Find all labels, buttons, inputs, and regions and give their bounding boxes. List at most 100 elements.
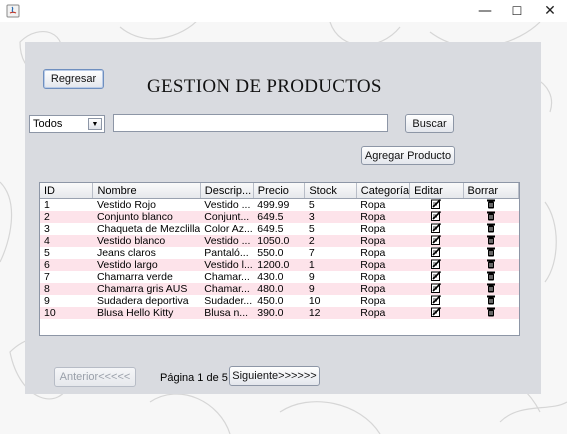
edit-icon[interactable]: [409, 259, 464, 271]
edit-icon[interactable]: [409, 271, 464, 283]
cell-nombre: Vestido largo: [92, 259, 201, 271]
edit-icon[interactable]: [409, 247, 464, 259]
cell-categoria: Ropa: [356, 271, 410, 283]
cell-stock: 3: [304, 211, 357, 223]
table-row[interactable]: 3 Chaqueta de Mezclilla Color Az... 649.5 5 R…: [40, 223, 519, 235]
back-button[interactable]: Regresar: [43, 69, 104, 89]
cell-stock: 9: [304, 271, 357, 283]
edit-icon[interactable]: [409, 283, 464, 295]
cell-categoria: Ropa: [356, 235, 410, 247]
cell-stock: 2: [304, 235, 357, 247]
trash-icon[interactable]: [463, 271, 519, 283]
edit-icon[interactable]: [409, 235, 464, 247]
cell-precio: 390.0: [253, 307, 305, 319]
products-table: ID Nombre Descrip... Precio Stock Catego…: [39, 182, 520, 336]
edit-icon[interactable]: [409, 307, 464, 319]
edit-icon[interactable]: [409, 295, 464, 307]
edit-icon[interactable]: [409, 211, 464, 223]
cell-descripcion: Vestido l...: [200, 259, 254, 271]
search-input[interactable]: [113, 114, 388, 132]
table-row[interactable]: 1 Vestido Rojo Vestido ... 499.99 5 Ropa: [40, 198, 519, 211]
column-descripcion[interactable]: Descrip...: [200, 183, 254, 199]
cell-precio: 430.0: [253, 271, 305, 283]
cell-stock: 10: [304, 295, 357, 307]
cell-id: 10: [40, 307, 93, 319]
cell-precio: 480.0: [253, 283, 305, 295]
maximize-button[interactable]: ☐: [500, 0, 534, 22]
table-row[interactable]: 7 Chamarra verde Chamar... 430.0 9 Ropa: [40, 271, 519, 283]
trash-icon[interactable]: [463, 247, 519, 259]
cell-precio: 1200.0: [253, 259, 305, 271]
cell-descripcion: Vestido ...: [200, 235, 254, 247]
cell-categoria: Ropa: [356, 259, 410, 271]
column-categoria[interactable]: Categoría: [356, 183, 411, 199]
next-page-button[interactable]: Siguiente>>>>>>: [229, 366, 320, 386]
trash-icon[interactable]: [463, 259, 519, 271]
cell-precio: 649.5: [253, 211, 305, 223]
cell-descripcion: Blusa n...: [200, 307, 254, 319]
cell-stock: 9: [304, 283, 357, 295]
cell-categoria: Ropa: [356, 247, 410, 259]
table-row[interactable]: 10 Blusa Hello Kitty Blusa n... 390.0 12 Ropa: [40, 307, 519, 319]
close-button[interactable]: ✕: [533, 0, 567, 22]
cell-precio: 1050.0: [253, 235, 305, 247]
column-id[interactable]: ID: [40, 183, 94, 199]
trash-icon[interactable]: [463, 307, 519, 319]
cell-id: 8: [40, 283, 93, 295]
add-product-button[interactable]: Agregar Producto: [361, 146, 455, 165]
cell-precio: 499.99: [253, 198, 305, 211]
cell-precio: 450.0: [253, 295, 305, 307]
cell-id: 7: [40, 271, 93, 283]
cell-id: 2: [40, 211, 93, 223]
table-row[interactable]: 9 Sudadera deportiva Sudader... 450.0 10 Ropa: [40, 295, 519, 307]
column-nombre[interactable]: Nombre: [92, 183, 201, 199]
cell-nombre: Blusa Hello Kitty: [92, 307, 201, 319]
minimize-button[interactable]: —: [468, 0, 502, 22]
trash-icon[interactable]: [463, 198, 519, 211]
cell-descripcion: Chamar...: [200, 283, 254, 295]
column-stock[interactable]: Stock: [304, 183, 357, 199]
category-select[interactable]: Todos ▼: [29, 115, 105, 133]
window-titlebar: — ☐ ✕: [0, 0, 567, 22]
column-precio[interactable]: Precio: [253, 183, 306, 199]
cell-categoria: Ropa: [356, 283, 410, 295]
cell-precio: 649.5: [253, 223, 305, 235]
table-row[interactable]: 5 Jeans claros Pantaló... 550.0 7 Ropa: [40, 247, 519, 259]
cell-categoria: Ropa: [356, 223, 410, 235]
cell-id: 1: [40, 198, 93, 211]
cell-id: 6: [40, 259, 93, 271]
page-title: GESTION DE PRODUCTOS: [147, 76, 382, 97]
cell-nombre: Conjunto blanco: [92, 211, 201, 223]
chevron-down-icon[interactable]: ▼: [88, 118, 102, 130]
table-row[interactable]: 4 Vestido blanco Vestido ... 1050.0 2 Ropa: [40, 235, 519, 247]
table-row[interactable]: 6 Vestido largo Vestido l... 1200.0 1 Ropa: [40, 259, 519, 271]
cell-nombre: Jeans claros: [92, 247, 201, 259]
cell-stock: 5: [304, 223, 357, 235]
cell-nombre: Vestido Rojo: [92, 198, 201, 211]
cell-nombre: Chaqueta de Mezclilla: [92, 223, 201, 235]
trash-icon[interactable]: [463, 211, 519, 223]
category-select-value: Todos: [33, 118, 63, 130]
edit-icon[interactable]: [409, 223, 464, 235]
cell-stock: 7: [304, 247, 357, 259]
trash-icon[interactable]: [463, 295, 519, 307]
cell-nombre: Vestido blanco: [92, 235, 201, 247]
page-indicator: Página 1 de 5: [160, 372, 228, 384]
cell-categoria: Ropa: [356, 198, 410, 211]
cell-stock: 12: [304, 307, 357, 319]
table-row[interactable]: 2 Conjunto blanco Conjunt... 649.5 3 Ropa: [40, 211, 519, 223]
trash-icon[interactable]: [463, 223, 519, 235]
trash-icon[interactable]: [463, 283, 519, 295]
cell-descripcion: Chamar...: [200, 271, 254, 283]
search-button[interactable]: Buscar: [405, 114, 454, 133]
cell-categoria: Ropa: [356, 211, 410, 223]
edit-icon[interactable]: [409, 198, 464, 211]
trash-icon[interactable]: [463, 235, 519, 247]
cell-id: 5: [40, 247, 93, 259]
column-borrar[interactable]: Borrar: [463, 183, 520, 199]
table-row[interactable]: 8 Chamarra gris AUS Chamar... 480.0 9 Ropa: [40, 283, 519, 295]
cell-id: 3: [40, 223, 93, 235]
column-editar[interactable]: Editar: [409, 183, 464, 199]
previous-page-button[interactable]: Anterior<<<<<: [54, 367, 136, 387]
java-app-icon: [6, 4, 20, 18]
